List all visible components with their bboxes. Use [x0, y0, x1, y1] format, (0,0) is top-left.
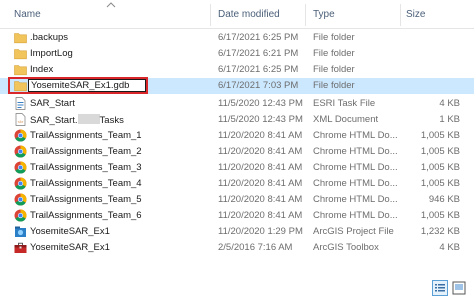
file-type: File folder — [313, 80, 355, 91]
task-file-icon — [15, 97, 26, 110]
file-date: 2/5/2016 7:16 AM — [218, 242, 293, 253]
chrome-icon — [14, 193, 27, 206]
column-header-size[interactable]: Size — [406, 9, 425, 20]
chrome-icon — [14, 161, 27, 174]
file-date: 11/20/2020 8:41 AM — [218, 210, 303, 221]
rename-input[interactable]: YosemiteSAR_Ex1.gdb — [28, 79, 146, 92]
file-type: File folder — [313, 64, 355, 75]
file-name: TrailAssignments_Team_6 — [30, 210, 142, 221]
file-size: 4 KB — [439, 98, 460, 109]
file-date: 6/17/2021 7:03 PM — [218, 80, 299, 91]
file-name: SAR_Start. Tasks — [30, 114, 124, 126]
file-name: TrailAssignments_Team_2 — [30, 146, 142, 157]
file-date: 11/20/2020 8:41 AM — [218, 162, 303, 173]
file-name: TrailAssignments_Team_3 — [30, 162, 142, 173]
list-item[interactable]: </> SAR_Start. Tasks 11/5/2020 12:43 PM X… — [0, 112, 474, 128]
svg-text:</>: </> — [18, 119, 24, 124]
file-name: SAR_Start — [30, 98, 75, 109]
file-date: 11/20/2020 8:41 AM — [218, 130, 303, 141]
file-type: XML Document — [313, 114, 379, 125]
column-divider[interactable] — [400, 4, 401, 26]
file-date: 11/20/2020 8:41 AM — [218, 178, 303, 189]
list-item[interactable]: .backups 6/17/2021 6:25 PM File folder — [0, 30, 474, 46]
column-header-bar: Name Date modified Type Size — [0, 0, 474, 29]
folder-icon — [14, 33, 27, 44]
column-header-name[interactable]: Name — [14, 9, 41, 20]
file-date: 11/5/2020 12:43 PM — [218, 98, 303, 109]
list-item[interactable]: TrailAssignments_Team_5 11/20/2020 8:41 … — [0, 192, 474, 208]
file-name: TrailAssignments_Team_1 — [30, 130, 142, 141]
file-name-suffix: Tasks — [99, 115, 124, 126]
list-item[interactable]: TrailAssignments_Team_1 11/20/2020 8:41 … — [0, 128, 474, 144]
file-type: ArcGIS Toolbox — [313, 242, 379, 253]
list-item[interactable]: YosemiteSAR_Ex1 2/5/2016 7:16 AM ArcGIS … — [0, 240, 474, 256]
chrome-icon — [14, 129, 27, 142]
file-size: 1,005 KB — [420, 162, 460, 173]
list-item[interactable]: YosemiteSAR_Ex1 11/20/2020 1:29 PM ArcGI… — [0, 224, 474, 240]
folder-icon — [14, 65, 27, 76]
file-size: 1,005 KB — [420, 130, 460, 141]
file-type: File folder — [313, 48, 355, 59]
file-type: File folder — [313, 32, 355, 43]
file-type: Chrome HTML Do... — [313, 178, 398, 189]
folder-icon — [14, 49, 27, 60]
list-item[interactable]: TrailAssignments_Team_4 11/20/2020 8:41 … — [0, 176, 474, 192]
file-size: 1,005 KB — [420, 178, 460, 189]
file-type: Chrome HTML Do... — [313, 162, 398, 173]
file-date: 11/20/2020 8:41 AM — [218, 146, 303, 157]
file-type: ESRI Task File — [313, 98, 376, 109]
file-type: ArcGIS Project File — [313, 226, 394, 237]
file-name-prefix: SAR_Start. — [30, 115, 78, 126]
file-size: 1,232 KB — [420, 226, 460, 237]
file-name: ImportLog — [30, 48, 73, 59]
file-type: Chrome HTML Do... — [313, 130, 398, 141]
file-name: YosemiteSAR_Ex1 — [30, 242, 110, 253]
details-view-button[interactable] — [432, 280, 448, 296]
file-size: 4 KB — [439, 242, 460, 253]
file-type: Chrome HTML Do... — [313, 210, 398, 221]
chrome-icon — [14, 145, 27, 158]
file-date: 11/5/2020 12:43 PM — [218, 114, 303, 125]
large-icons-view-button[interactable] — [451, 280, 467, 296]
file-size: 1,005 KB — [420, 146, 460, 157]
file-date: 6/17/2021 6:25 PM — [218, 32, 299, 43]
column-header-date-modified[interactable]: Date modified — [218, 9, 280, 20]
file-name: YosemiteSAR_Ex1 — [30, 226, 110, 237]
list-item[interactable]: SAR_Start 11/5/2020 12:43 PM ESRI Task F… — [0, 96, 474, 112]
file-size: 1 KB — [439, 114, 460, 125]
column-divider[interactable] — [305, 4, 306, 26]
list-item[interactable]: TrailAssignments_Team_2 11/20/2020 8:41 … — [0, 144, 474, 160]
list-item-selected[interactable]: YosemiteSAR_Ex1.gdb 6/17/2021 7:03 PM Fi… — [0, 77, 474, 94]
chrome-icon — [14, 209, 27, 222]
file-name: .backups — [30, 32, 69, 43]
column-header-type[interactable]: Type — [313, 9, 335, 20]
file-type: Chrome HTML Do... — [313, 146, 398, 157]
file-date: 11/20/2020 8:41 AM — [218, 194, 303, 205]
sort-up-icon — [106, 2, 116, 8]
arcgis-project-icon — [15, 226, 26, 237]
file-date: 11/20/2020 1:29 PM — [218, 226, 303, 237]
file-name: TrailAssignments_Team_4 — [30, 178, 142, 189]
file-name: Index — [30, 64, 54, 75]
list-item[interactable]: TrailAssignments_Team_3 11/20/2020 8:41 … — [0, 160, 474, 176]
file-name: TrailAssignments_Team_5 — [30, 194, 142, 205]
xml-document-icon: </> — [15, 113, 26, 126]
file-type: Chrome HTML Do... — [313, 194, 398, 205]
list-item[interactable]: ImportLog 6/17/2021 6:21 PM File folder — [0, 46, 474, 62]
list-item[interactable]: Index 6/17/2021 6:25 PM File folder — [0, 62, 474, 78]
view-mode-switcher — [432, 280, 468, 296]
column-divider[interactable] — [210, 4, 211, 26]
file-size: 946 KB — [428, 194, 460, 205]
file-size: 1,005 KB — [420, 210, 460, 221]
file-date: 6/17/2021 6:25 PM — [218, 64, 299, 75]
large-icons-view-icon — [452, 281, 466, 295]
chrome-icon — [14, 177, 27, 190]
details-view-icon — [435, 284, 445, 292]
list-item[interactable]: TrailAssignments_Team_6 11/20/2020 8:41 … — [0, 208, 474, 224]
redacted-text — [77, 114, 100, 124]
file-date: 6/17/2021 6:21 PM — [218, 48, 299, 59]
arcgis-toolbox-icon — [14, 242, 27, 253]
